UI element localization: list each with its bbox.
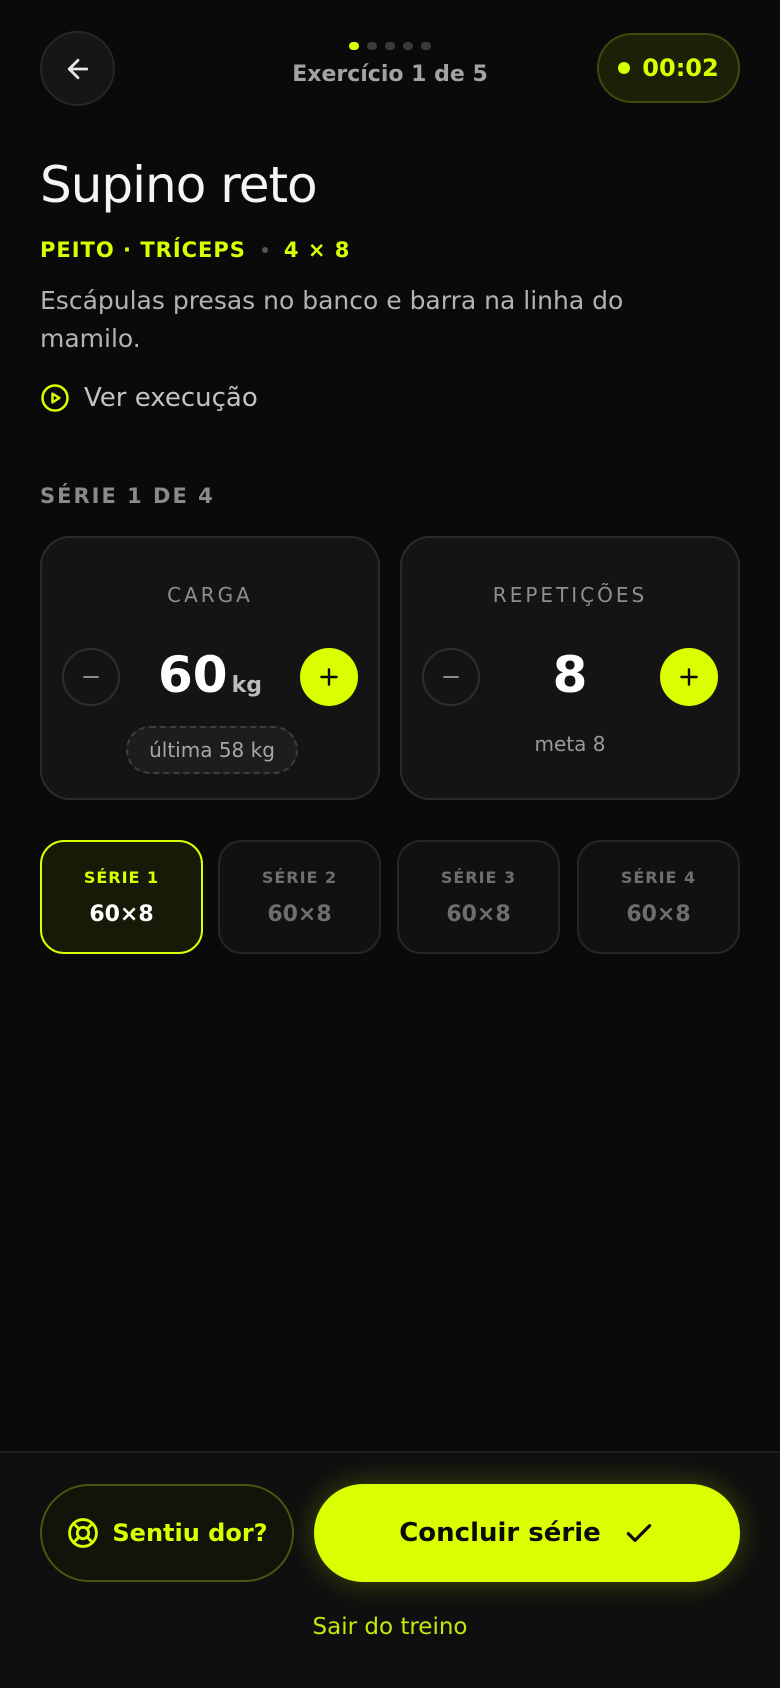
report-pain-label: Sentiu dor?: [112, 1519, 268, 1547]
reps-increase-button[interactable]: [660, 648, 718, 706]
progress-dot: [403, 42, 413, 50]
exercise-tags: PEITO · TRÍCEPS 4 × 8: [40, 238, 350, 262]
series-tile-3[interactable]: SÉRIE 3 60×8: [397, 840, 560, 954]
series-tile-value: 60×8: [446, 902, 511, 927]
reps-goal: meta 8: [534, 732, 606, 756]
progress-dot: [349, 42, 359, 50]
series-tile-label: SÉRIE 1: [83, 868, 160, 887]
plus-icon: [320, 668, 338, 686]
progress-dot: [385, 42, 395, 50]
current-set-label: SÉRIE 1 DE 4: [40, 484, 215, 508]
load-card: CARGA 60 kg última 58 kg: [40, 536, 380, 800]
finish-set-button[interactable]: Concluir série: [314, 1484, 740, 1582]
progress-dot: [421, 42, 431, 50]
exercise-title: Supino reto: [40, 156, 318, 214]
last-load-badge: última 58 kg: [126, 726, 298, 774]
reps-card: REPETIÇÕES 8 meta 8: [400, 536, 740, 800]
sets-reps-scheme: 4 × 8: [283, 238, 351, 262]
watch-execution-link[interactable]: Ver execução: [40, 383, 258, 413]
series-tile-value: 60×8: [626, 902, 691, 927]
series-tile-label: SÉRIE 2: [261, 868, 338, 887]
tag-separator: [261, 247, 268, 253]
plus-icon: [680, 668, 698, 686]
load-title: CARGA: [167, 583, 253, 607]
timer-live-dot: [618, 62, 631, 74]
muscle-groups: PEITO · TRÍCEPS: [40, 238, 246, 262]
load-unit: kg: [231, 673, 262, 698]
series-tile-4[interactable]: SÉRIE 4 60×8: [577, 840, 740, 954]
series-tile-value: 60×8: [89, 902, 154, 927]
watch-execution-label: Ver execução: [84, 383, 258, 413]
check-icon: [626, 1524, 652, 1542]
series-tile-2[interactable]: SÉRIE 2 60×8: [218, 840, 381, 954]
load-value: 60: [158, 646, 228, 704]
exercise-progress-dots: [349, 42, 431, 50]
lifebuoy-icon: [68, 1518, 99, 1548]
timer-badge: 00:02: [597, 33, 740, 103]
finish-set-label: Concluir série: [399, 1518, 601, 1548]
bottom-action-bar: Sentiu dor? Concluir série Sair do trein…: [0, 1451, 780, 1688]
series-tile-1[interactable]: SÉRIE 1 60×8: [40, 840, 203, 954]
workout-screen: Exercício 1 de 5 00:02 Supino reto PEITO…: [0, 0, 780, 1688]
reps-title: REPETIÇÕES: [492, 583, 648, 607]
reps-value: 8: [552, 646, 588, 704]
timer-text: 00:02: [642, 54, 719, 82]
exit-workout-link[interactable]: Sair do treino: [0, 1614, 780, 1640]
series-tile-label: SÉRIE 4: [620, 868, 697, 887]
series-tile-label: SÉRIE 3: [440, 868, 517, 887]
progress-dot: [367, 42, 377, 50]
report-pain-button[interactable]: Sentiu dor?: [40, 1484, 294, 1582]
load-increase-button[interactable]: [300, 648, 358, 706]
play-circle-icon: [41, 384, 69, 412]
series-tile-value: 60×8: [267, 902, 332, 927]
exercise-description: Escápulas presas no banco e barra na lin…: [40, 286, 624, 353]
